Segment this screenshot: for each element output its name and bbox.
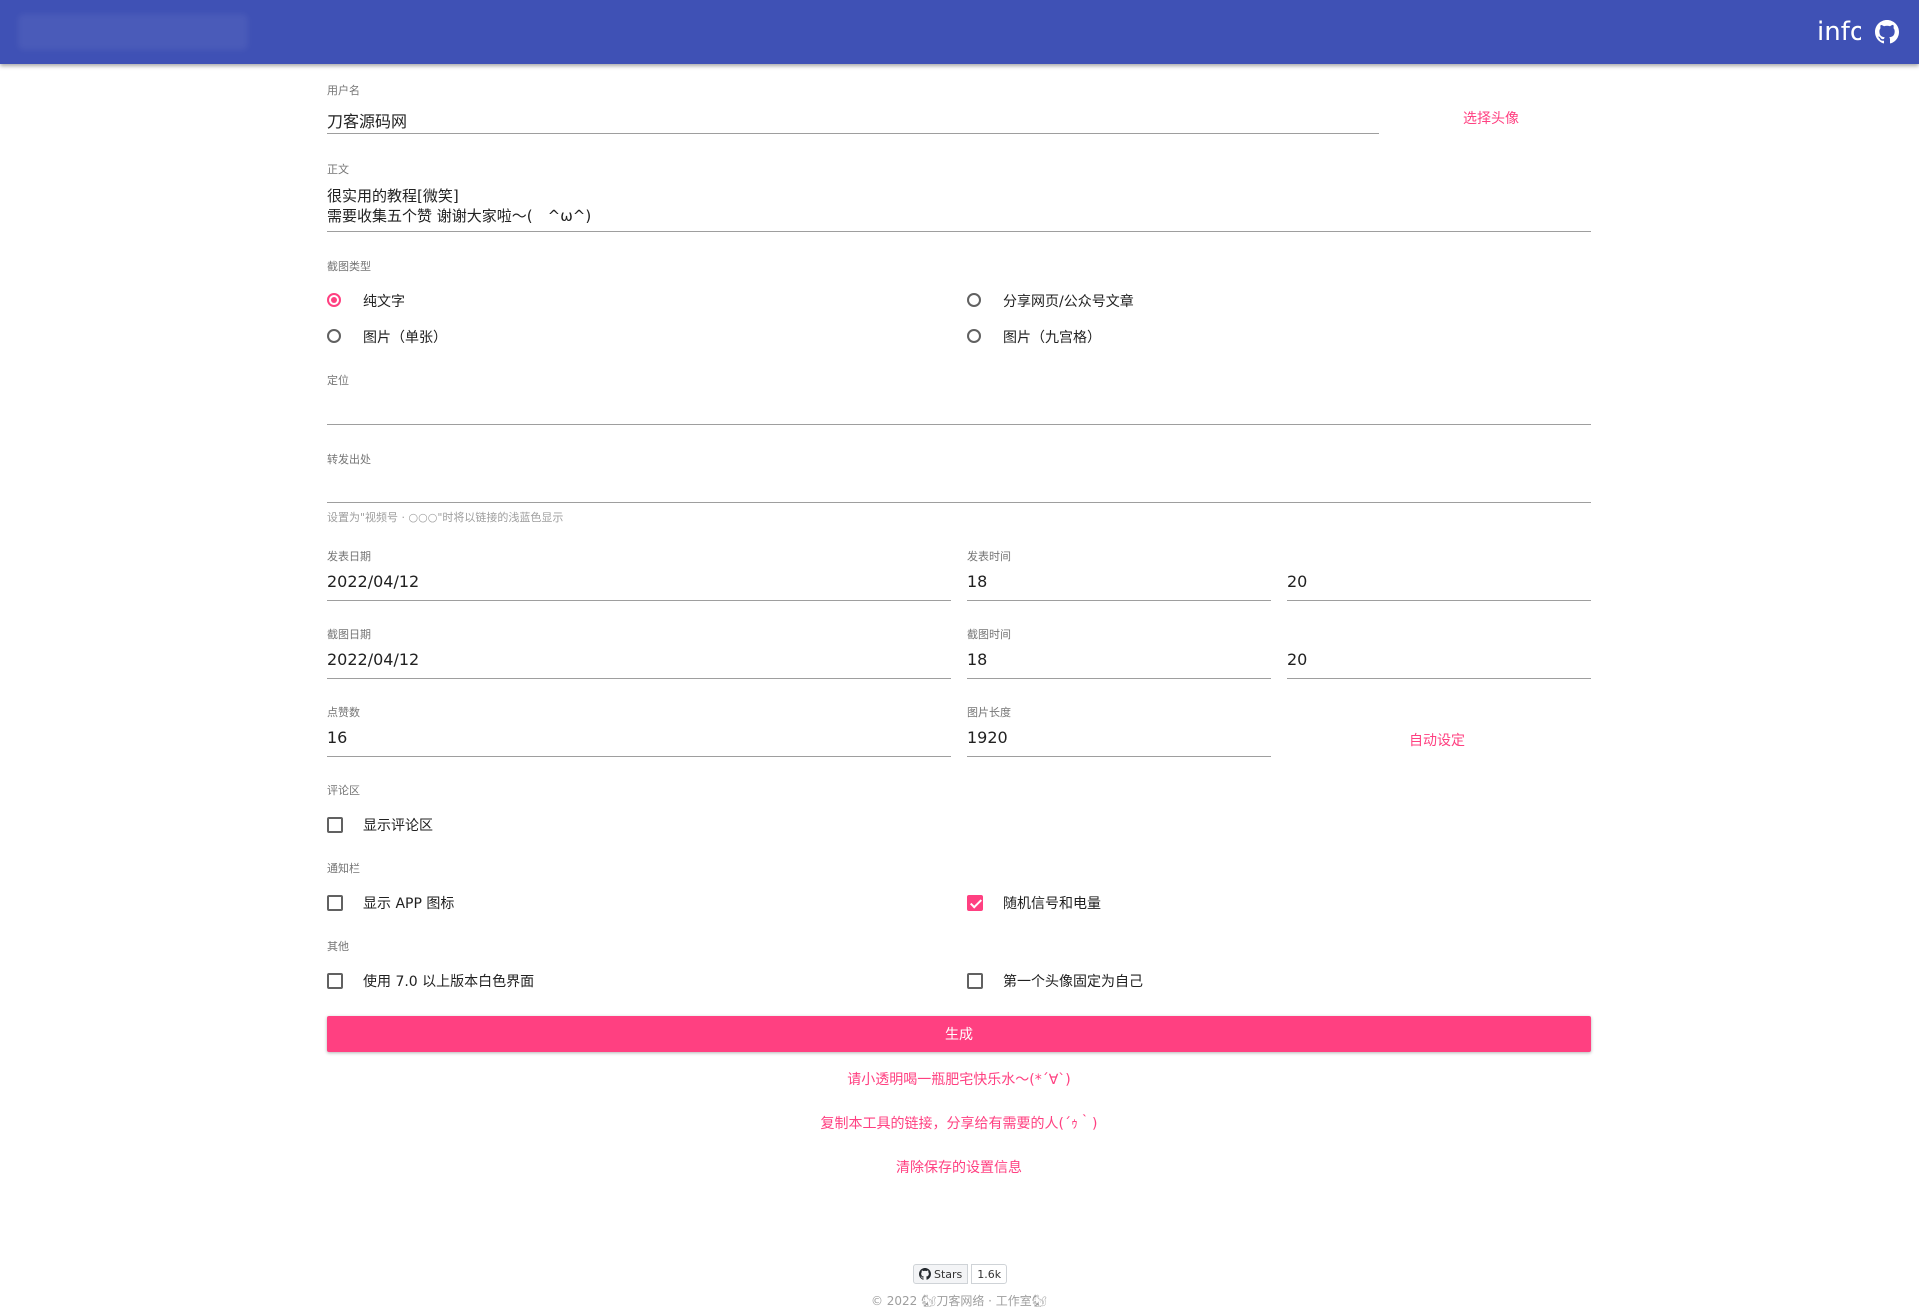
- fix-avatar-checkbox[interactable]: [967, 973, 983, 989]
- main-form: 用户名 刀客源码网 选择头像 正文 很实用的教程[微笑] 需要收集五个赞 谢谢大…: [327, 64, 1591, 1308]
- brand-logo: [18, 14, 248, 50]
- radio-share-webpage[interactable]: [967, 293, 981, 307]
- show-comments-checkbox[interactable]: [327, 817, 343, 833]
- image-length-input[interactable]: 1920: [967, 728, 1008, 747]
- copyright: © 2022 🐿刀客网络 · 工作室🐿: [870, 1294, 1048, 1308]
- shot-time-minute-input[interactable]: 20: [1287, 650, 1307, 669]
- image-length-underline: [967, 756, 1271, 757]
- stars-label: Stars: [934, 1267, 963, 1281]
- radio-nine-grid-label: 图片（九宫格）: [1003, 330, 1101, 346]
- shot-time-hour-underline: [967, 678, 1271, 679]
- stars-count[interactable]: 1.6k: [971, 1264, 1008, 1284]
- shot-time-hour-input[interactable]: 18: [967, 650, 987, 669]
- post-time-hour-input[interactable]: 18: [967, 572, 987, 591]
- shot-time-minute-underline: [1287, 678, 1591, 679]
- app-bar: info: [0, 0, 1919, 64]
- show-comments-label: 显示评论区: [363, 818, 433, 834]
- location-underline: [327, 424, 1591, 425]
- image-length-label: 图片长度: [967, 706, 1011, 719]
- show-app-icon-label: 显示 APP 图标: [363, 896, 455, 912]
- likes-label: 点赞数: [327, 706, 360, 719]
- comments-label: 评论区: [327, 784, 360, 797]
- post-time-minute-input[interactable]: 20: [1287, 572, 1307, 591]
- username-underline: [327, 133, 1379, 134]
- share-link[interactable]: 复制本工具的链接，分享给有需要的人(´ｩ｀): [327, 1113, 1591, 1133]
- radio-plain-text[interactable]: [327, 293, 341, 307]
- github-icon[interactable]: [1875, 20, 1899, 44]
- radio-single-image-label: 图片（单张）: [363, 330, 447, 346]
- body-line-2[interactable]: 需要收集五个赞 谢谢大家啦～( ^ω^): [327, 205, 591, 226]
- post-date-label: 发表日期: [327, 550, 371, 563]
- location-label: 定位: [327, 374, 349, 387]
- post-date-input[interactable]: 2022/04/12: [327, 572, 419, 591]
- shot-time-label: 截图时间: [967, 628, 1011, 641]
- post-date-underline: [327, 600, 951, 601]
- fix-avatar-label: 第一个头像固定为自己: [1003, 974, 1143, 990]
- stars-button[interactable]: Stars: [913, 1264, 969, 1284]
- github-stars-badge[interactable]: Stars 1.6k: [913, 1264, 1008, 1284]
- show-app-icon-checkbox[interactable]: [327, 895, 343, 911]
- forward-underline: [327, 502, 1591, 503]
- clear-settings-link[interactable]: 清除保存的设置信息: [327, 1157, 1591, 1177]
- random-signal-label: 随机信号和电量: [1003, 896, 1101, 912]
- choose-avatar-button[interactable]: 选择头像: [1463, 108, 1519, 128]
- post-time-hour-underline: [967, 600, 1271, 601]
- radio-nine-grid[interactable]: [967, 329, 981, 343]
- auto-set-button[interactable]: 自动设定: [1409, 730, 1465, 750]
- post-time-label: 发表时间: [967, 550, 1011, 563]
- forward-label: 转发出处: [327, 453, 371, 466]
- radio-single-image[interactable]: [327, 329, 341, 343]
- white-ui-label: 使用 7.0 以上版本白色界面: [363, 974, 535, 990]
- shot-date-underline: [327, 678, 951, 679]
- donate-link[interactable]: 请小透明喝一瓶肥宅快乐水～(*´∀`): [327, 1069, 1591, 1089]
- shot-date-label: 截图日期: [327, 628, 371, 641]
- body-label: 正文: [327, 163, 349, 176]
- likes-underline: [327, 756, 951, 757]
- body-line-1[interactable]: 很实用的教程[微笑]: [327, 185, 459, 206]
- likes-input[interactable]: 16: [327, 728, 347, 747]
- username-input[interactable]: 刀客源码网: [327, 108, 407, 132]
- random-signal-checkbox[interactable]: [967, 895, 983, 911]
- notification-label: 通知栏: [327, 862, 360, 875]
- screenshot-type-label: 截图类型: [327, 260, 371, 273]
- info-button[interactable]: info: [1817, 16, 1861, 48]
- body-underline: [327, 231, 1591, 232]
- radio-plain-text-label: 纯文字: [363, 294, 405, 310]
- forward-helper-text: 设置为"视频号 · ○○○"时将以链接的浅蓝色显示: [327, 511, 564, 524]
- generate-button[interactable]: 生成: [327, 1016, 1591, 1052]
- github-icon: [919, 1268, 931, 1280]
- username-label: 用户名: [327, 84, 360, 97]
- white-ui-checkbox[interactable]: [327, 973, 343, 989]
- radio-share-webpage-label: 分享网页/公众号文章: [1003, 294, 1134, 310]
- shot-date-input[interactable]: 2022/04/12: [327, 650, 419, 669]
- other-label: 其他: [327, 940, 349, 953]
- post-time-minute-underline: [1287, 600, 1591, 601]
